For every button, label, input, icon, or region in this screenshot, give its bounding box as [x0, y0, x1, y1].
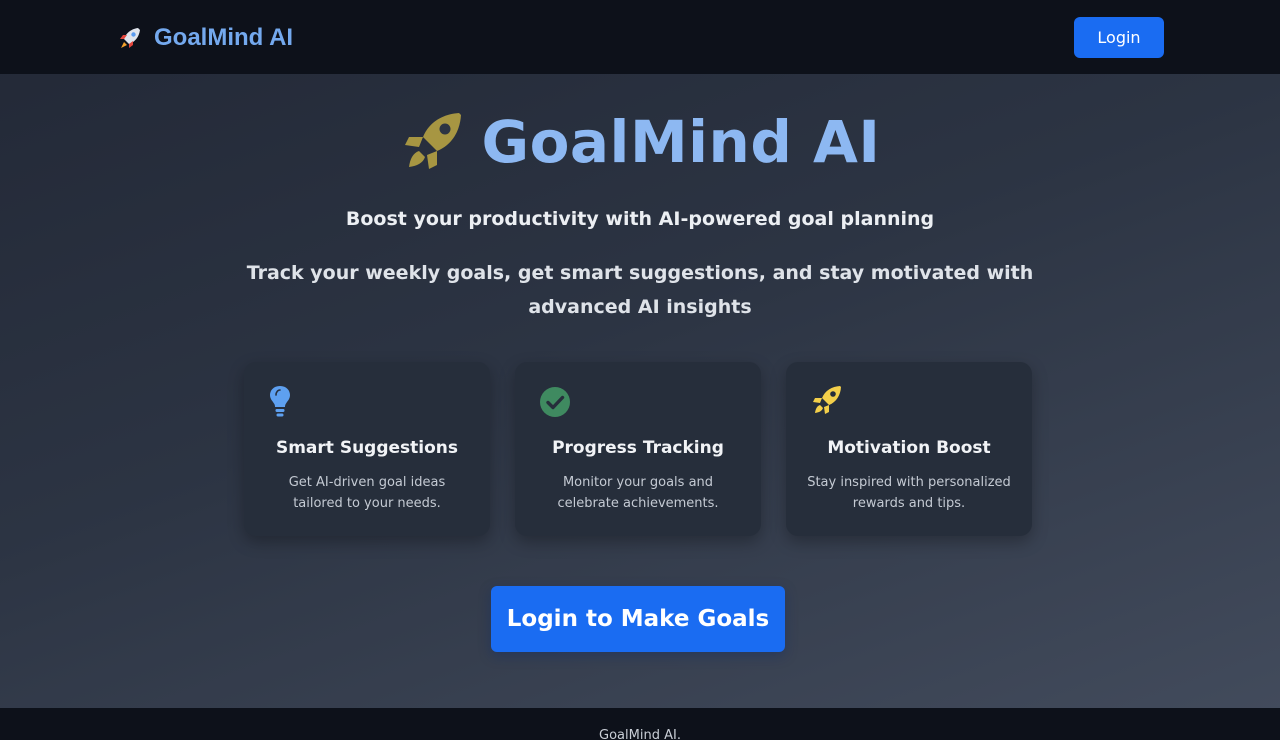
- hero-subtitle: Boost your productivity with AI-powered …: [345, 208, 935, 230]
- feature-card-progress-tracking: Progress Tracking Monitor your goals and…: [515, 362, 761, 536]
- check-circle-icon: [539, 384, 571, 418]
- navbar: GoalMind AI Login: [0, 0, 1280, 74]
- lightbulb-icon: [268, 384, 300, 418]
- hero-description: Track your weekly goals, get smart sugge…: [246, 262, 1034, 318]
- brand-logo[interactable]: GoalMind AI: [116, 22, 293, 54]
- feature-description: Get AI-driven goal ideas tailored to you…: [288, 475, 446, 511]
- hero-title: GoalMind AI: [481, 108, 881, 176]
- feature-description: Monitor your goals and celebrate achieve…: [557, 475, 719, 511]
- login-to-make-goals-button[interactable]: Login to Make Goals: [491, 586, 785, 652]
- feature-title: Progress Tracking: [552, 438, 724, 458]
- feature-description: Stay inspired with personalized rewards …: [807, 475, 1011, 511]
- feature-title: Motivation Boost: [827, 438, 991, 458]
- feature-card-motivation-boost: Motivation Boost Stay inspired with pers…: [786, 362, 1032, 536]
- footer-text: GoalMind AI.: [599, 728, 681, 740]
- login-button[interactable]: Login: [1074, 17, 1164, 58]
- brand-name: GoalMind AI: [154, 24, 294, 51]
- rocket-icon: [116, 24, 144, 52]
- rocket-icon: [399, 109, 465, 175]
- feature-card-smart-suggestions: Smart Suggestions Get AI-driven goal ide…: [244, 362, 490, 536]
- feature-title: Smart Suggestions: [275, 438, 459, 458]
- hero-heading: GoalMind AI: [0, 104, 1280, 180]
- rocket-icon: [810, 384, 842, 418]
- footer: GoalMind AI.: [0, 708, 1280, 740]
